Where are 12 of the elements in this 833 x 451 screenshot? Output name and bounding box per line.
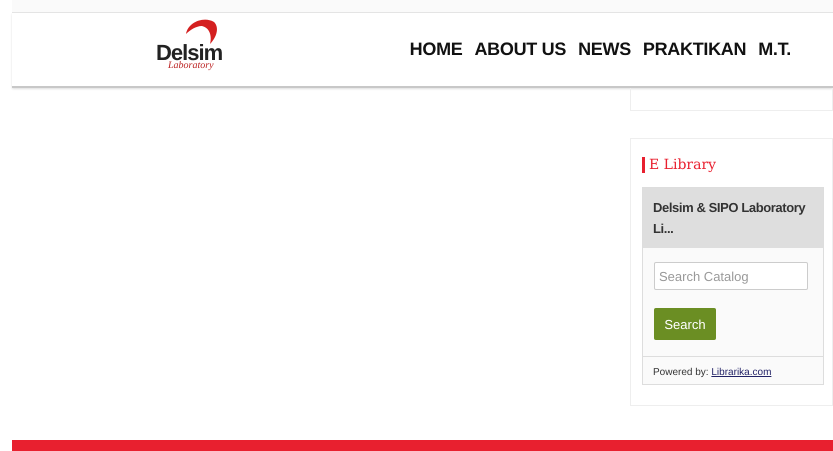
nav-link[interactable]: HOME [410,39,462,60]
library-name: Delsim & SIPO Laboratory Li... [643,188,823,248]
widget-title: E Library [642,157,821,173]
nav-link[interactable]: M.T. [758,39,791,60]
powered-by-text: Powered by: Librarika.com [643,356,823,378]
logo[interactable]: Delsim Laboratory [156,18,220,82]
nav-link[interactable]: PRAKTIKAN [642,39,746,60]
search-field[interactable]: Search Catalog [654,262,808,290]
nav-link[interactable]: ABOUT US [474,39,566,60]
librarika-link[interactable]: Librarika.com [711,367,772,378]
nav-link[interactable]: NEWS [578,39,631,60]
search-button[interactable]: Search [654,308,716,340]
